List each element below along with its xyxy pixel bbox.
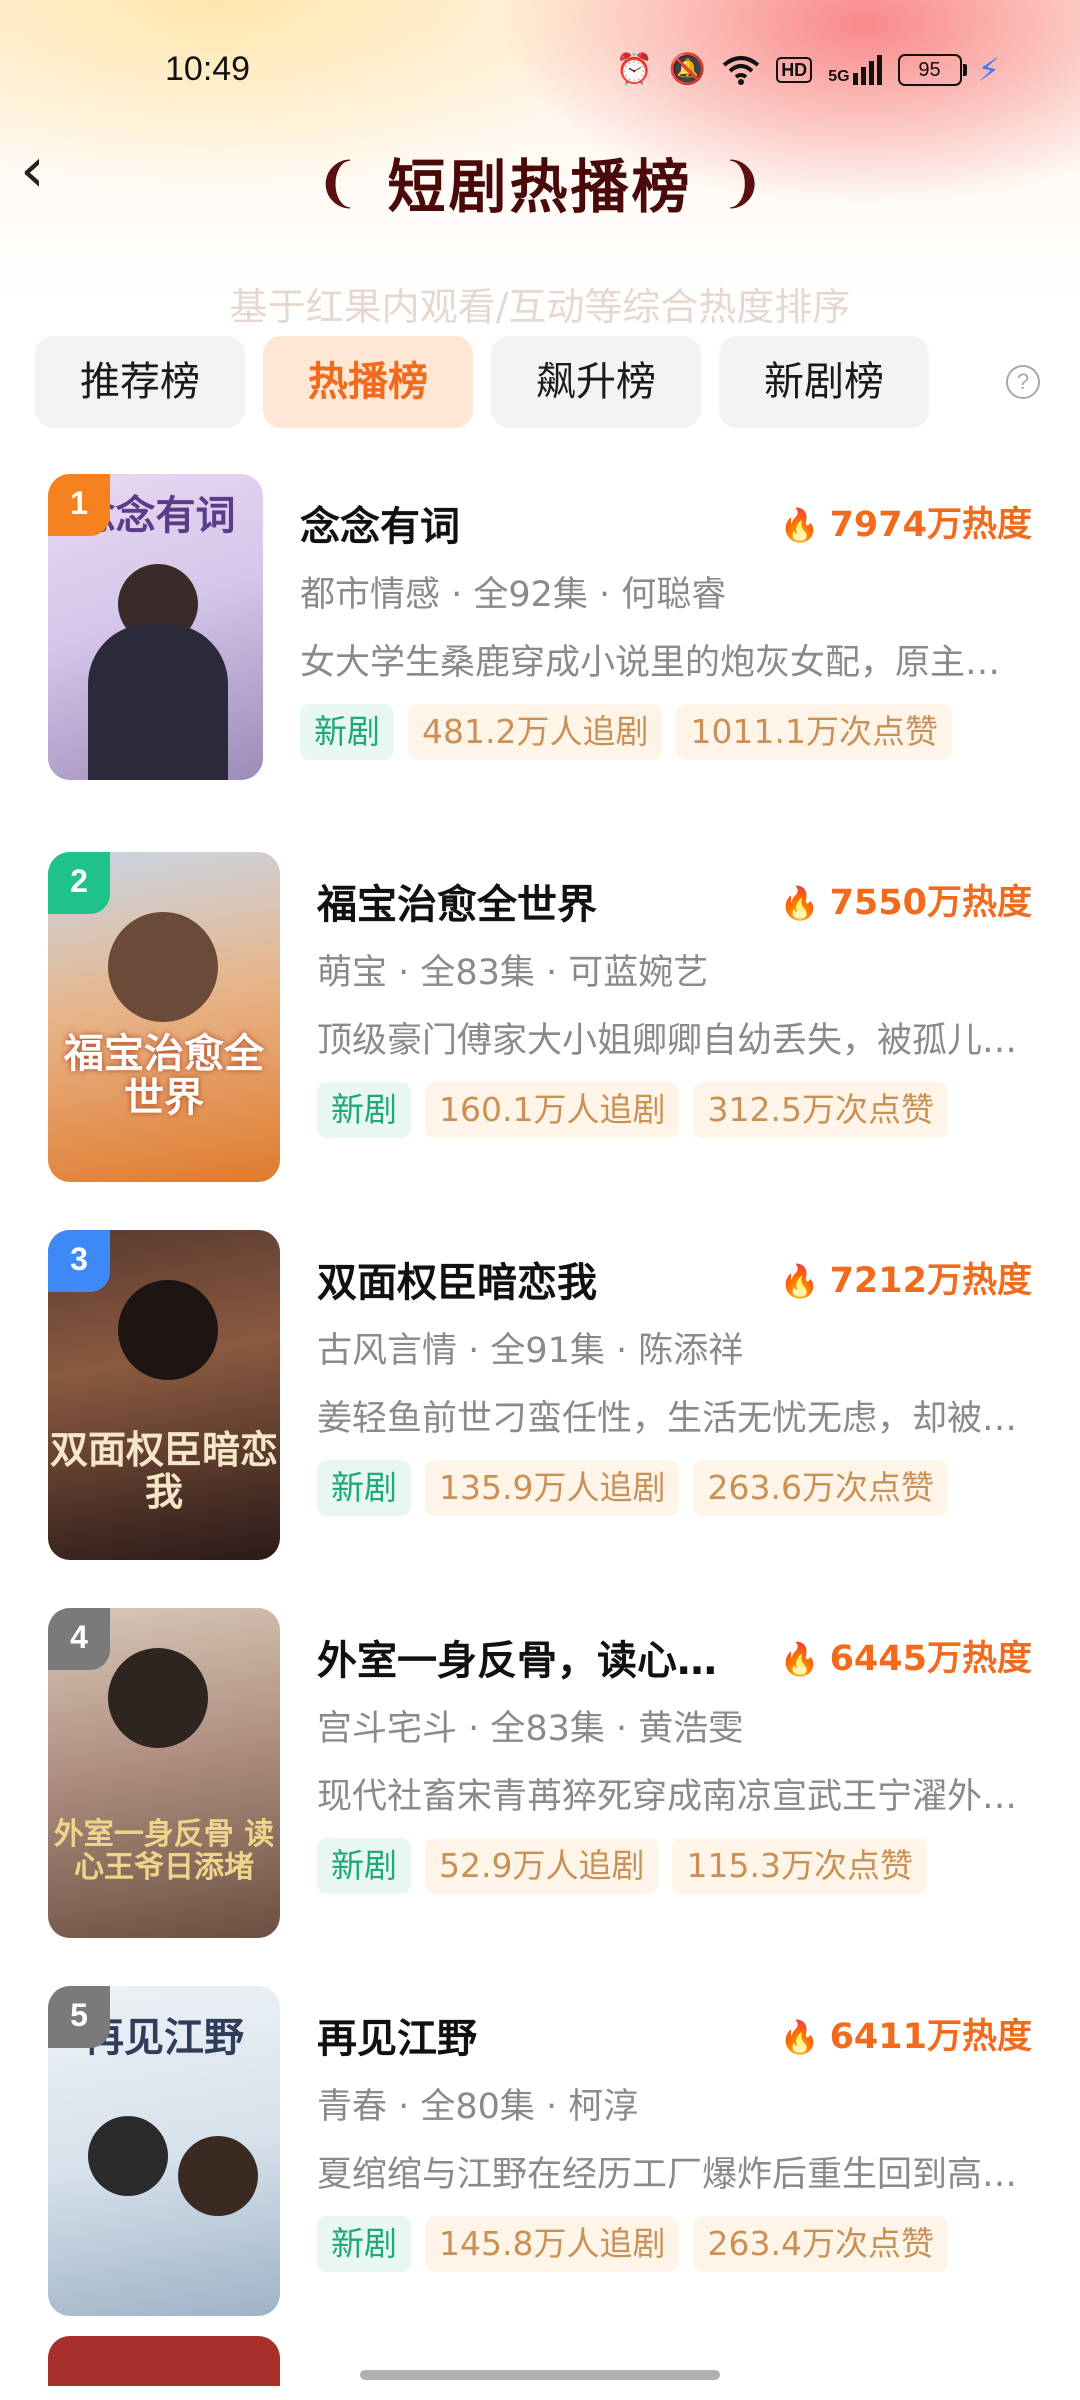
flame-icon: 🔥	[779, 1262, 820, 1300]
item-title: 外室一身反骨，读心…	[317, 1638, 717, 1684]
rank-badge: 5	[48, 1986, 110, 2048]
followers-tag: 52.9万人追剧	[425, 1838, 659, 1894]
wifi-icon	[722, 56, 760, 85]
rank-badge: 4	[48, 1608, 110, 1670]
tab-new[interactable]: 新剧榜	[719, 336, 929, 428]
item-meta: 萌宝 · 全83集 · 可蓝婉艺	[317, 953, 709, 993]
ranking-tabs: 推荐榜 热播榜 飙升榜 新剧榜	[35, 336, 929, 428]
help-icon[interactable]: ?	[1006, 365, 1040, 399]
cover-image[interactable]: 福宝治愈全世界 2	[48, 852, 280, 1182]
cover-image[interactable]: 双面权臣暗恋我 3	[48, 1230, 280, 1560]
item-description: 顶级豪门傅家大小姐卿卿自幼丢失，被孤儿…	[317, 1021, 1018, 1061]
page-title: 短剧热播榜	[387, 153, 693, 221]
cell-signal-icon: 5G	[828, 55, 882, 85]
flame-icon: 🔥	[779, 2018, 820, 2056]
item-meta: 都市情感 · 全92集 · 何聪睿	[300, 575, 727, 615]
flame-icon: 🔥	[779, 884, 820, 922]
item-description: 姜轻鱼前世刁蛮任性，生活无忧无虑，却被…	[317, 1399, 1018, 1439]
rank-badge: 3	[48, 1230, 110, 1292]
rank-badge: 2	[48, 852, 110, 914]
ranking-list: 念念有词 1 念念有词 🔥 7974万热度 都市情感 · 全92集 · 何聪睿 女…	[0, 474, 1080, 2364]
list-item[interactable]: 外室一身反骨 读心王爷日添堵 4 外室一身反骨，读心… 🔥 6445万热度 宫斗宅…	[0, 1608, 1080, 1986]
heat-value: 7212万热度	[829, 1261, 1032, 1301]
heat-value: 7550万热度	[829, 883, 1032, 923]
likes-tag: 263.4万次点赞	[693, 2216, 948, 2272]
ranking-subtitle: 基于红果内观看/互动等综合热度排序	[229, 285, 851, 329]
heat-value: 7974万热度	[829, 505, 1032, 545]
new-tag: 新剧	[317, 1460, 411, 1516]
cover-title: 福宝治愈全世界	[64, 1031, 264, 1121]
heat-value: 6445万热度	[829, 1639, 1032, 1679]
cover-image[interactable]: 再见江野 5	[48, 1986, 280, 2316]
new-tag: 新剧	[317, 1082, 411, 1138]
mute-bell-icon: 🔕	[668, 52, 707, 87]
item-description: 女大学生桑鹿穿成小说里的炮灰女配，原主…	[300, 643, 1001, 683]
heat-score: 🔥 6411万热度	[780, 2008, 1032, 2059]
battery-icon: 95	[897, 54, 967, 86]
item-tags: 新剧 145.8万人追剧 263.4万次点赞	[317, 2216, 948, 2272]
title-bar: ❨ 短剧热播榜 ❩	[0, 140, 1080, 224]
likes-tag: 1011.1万次点赞	[676, 704, 952, 760]
likes-tag: 263.6万次点赞	[693, 1460, 948, 1516]
item-title: 念念有词	[300, 504, 460, 550]
item-tags: 新剧 52.9万人追剧 115.3万次点赞	[317, 1838, 927, 1894]
new-tag: 新剧	[300, 704, 394, 760]
item-title: 双面权臣暗恋我	[317, 1260, 597, 1306]
charging-icon: ⚡	[977, 51, 1000, 89]
tab-hot[interactable]: 热播榜	[263, 336, 473, 428]
item-tags: 新剧 160.1万人追剧 312.5万次点赞	[317, 1082, 948, 1138]
home-indicator[interactable]	[360, 2370, 720, 2380]
list-item[interactable]: 双面权臣暗恋我 3 双面权臣暗恋我 🔥 7212万热度 古风言情 · 全91集 ·…	[0, 1230, 1080, 1608]
item-title: 再见江野	[317, 2016, 477, 2062]
flame-icon: 🔥	[779, 1640, 820, 1678]
item-description: 现代社畜宋青苒猝死穿成南凉宣武王宁濯外…	[317, 1777, 1018, 1817]
new-tag: 新剧	[317, 1838, 411, 1894]
rank-badge: 1	[48, 474, 110, 536]
status-bar: 10:49 ⏰ 🔕 HD 5G 95 ⚡	[0, 0, 1080, 120]
list-item[interactable]: 福宝治愈全世界 2 福宝治愈全世界 🔥 7550万热度 萌宝 · 全83集 · 可…	[0, 852, 1080, 1230]
item-meta: 青春 · 全80集 · 柯淳	[317, 2087, 639, 2127]
item-meta: 古风言情 · 全91集 · 陈添祥	[317, 1331, 744, 1371]
next-cover-partial[interactable]	[48, 2336, 280, 2386]
status-icons: ⏰ 🔕 HD 5G 95 ⚡	[615, 50, 1000, 90]
tab-recommended[interactable]: 推荐榜	[35, 336, 245, 428]
cover-title: 双面权臣暗恋我	[49, 1428, 278, 1514]
item-tags: 新剧 481.2万人追剧 1011.1万次点赞	[300, 704, 952, 760]
followers-tag: 145.8万人追剧	[425, 2216, 680, 2272]
new-tag: 新剧	[317, 2216, 411, 2272]
heat-score: 🔥 7974万热度	[780, 496, 1032, 547]
heat-score: 🔥 6445万热度	[780, 1630, 1032, 1681]
cover-image[interactable]: 念念有词 1	[48, 474, 263, 780]
followers-tag: 160.1万人追剧	[425, 1082, 680, 1138]
status-time: 10:49	[165, 50, 251, 88]
item-meta: 宫斗宅斗 · 全83集 · 黄浩雯	[317, 1709, 744, 1749]
list-item[interactable]: 念念有词 1 念念有词 🔥 7974万热度 都市情感 · 全92集 · 何聪睿 女…	[0, 474, 1080, 852]
tab-rising[interactable]: 飙升榜	[491, 336, 701, 428]
item-title: 福宝治愈全世界	[317, 882, 597, 928]
followers-tag: 481.2万人追剧	[408, 704, 663, 760]
likes-tag: 115.3万次点赞	[672, 1838, 927, 1894]
hd-badge: HD	[776, 57, 813, 83]
item-description: 夏绾绾与江野在经历工厂爆炸后重生回到高…	[317, 2155, 1018, 2195]
followers-tag: 135.9万人追剧	[425, 1460, 680, 1516]
heat-value: 6411万热度	[829, 2017, 1032, 2057]
cover-image[interactable]: 外室一身反骨 读心王爷日添堵 4	[48, 1608, 280, 1938]
laurel-left-icon: ❨	[315, 150, 361, 214]
alarm-icon: ⏰	[615, 52, 653, 87]
cover-title: 外室一身反骨 读心王爷日添堵	[53, 1817, 275, 1885]
heat-score: 🔥 7212万热度	[780, 1252, 1032, 1303]
likes-tag: 312.5万次点赞	[693, 1082, 948, 1138]
list-item[interactable]: 再见江野 5 再见江野 🔥 6411万热度 青春 · 全80集 · 柯淳 夏绾绾与…	[0, 1986, 1080, 2364]
network-type: 5G	[828, 68, 850, 85]
flame-icon: 🔥	[779, 506, 820, 544]
item-tags: 新剧 135.9万人追剧 263.6万次点赞	[317, 1460, 948, 1516]
heat-score: 🔥 7550万热度	[780, 874, 1032, 925]
laurel-right-icon: ❩	[719, 150, 765, 214]
